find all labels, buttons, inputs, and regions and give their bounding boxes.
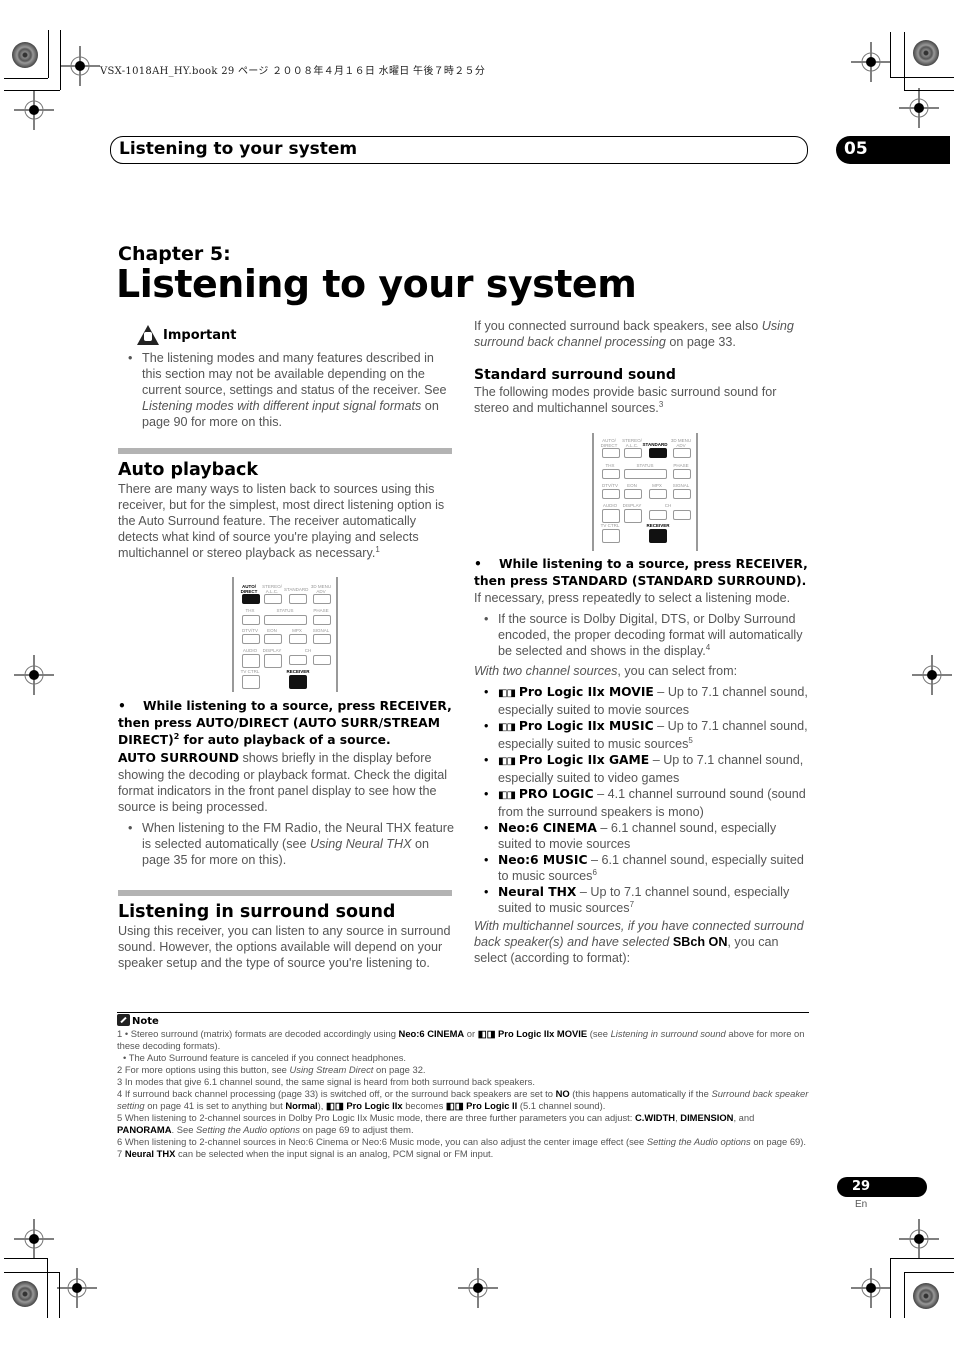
standard-step: • While listening to a source, press REC… — [474, 557, 808, 588]
crosshair-icon — [851, 42, 891, 82]
page-title: Listening to your system — [116, 262, 637, 306]
crosshair-icon — [57, 1268, 97, 1308]
footnote: 3 In modes that give 6.1 channel sound, … — [117, 1076, 535, 1087]
chapter-tab: 05 — [836, 136, 950, 164]
remote-diagram-auto: AUTO/ DIRECT STEREO/ A.L.C. STANDARD 3D … — [232, 577, 338, 692]
mode-name: Pro Logic IIx MUSIC — [518, 719, 654, 733]
dolby-logo-icon: ◧◨ — [498, 688, 516, 699]
two-channel-intro: With two channel sources, you can select… — [474, 664, 738, 678]
listening-mode-item: Neo:6 MUSIC – 6.1 channel sound, especia… — [474, 852, 810, 884]
registration-rosette-icon — [12, 1281, 38, 1307]
crosshair-icon — [14, 655, 54, 695]
registration-rosette-icon — [12, 42, 38, 68]
footnote: 6 When listening to 2-channel sources in… — [117, 1136, 806, 1147]
dolby-logo-icon: ◧◨ — [498, 756, 516, 767]
crosshair-icon — [60, 46, 100, 86]
mode-name: PRO LOGIC — [518, 787, 594, 801]
language-label: En — [855, 1199, 868, 1210]
mode-name: Neural THX — [498, 885, 577, 899]
chapter-tab-number: 05 — [844, 139, 868, 159]
page-number: 29 — [852, 1179, 871, 1194]
note-divider — [117, 1012, 809, 1013]
mode-name: Pro Logic IIx MOVIE — [518, 685, 654, 699]
running-head-title: Listening to your system — [119, 139, 358, 159]
auto-playback-heading: Auto playback — [118, 460, 259, 480]
crosshair-icon — [458, 1268, 498, 1308]
footnote: 2 For more options using this button, se… — [117, 1064, 426, 1075]
section-divider — [118, 448, 452, 454]
standard-steps: • While listening to a source, press REC… — [474, 556, 810, 966]
standard-heading: Standard surround sound — [474, 367, 676, 383]
remote-diagram-standard: AUTO/ DIRECT STEREO/ A.L.C. STANDARD 3D … — [592, 433, 698, 551]
pencil-icon — [117, 1014, 130, 1026]
crosshair-icon — [899, 88, 939, 128]
crosshair-icon — [912, 655, 952, 695]
listening-mode-item: Neural THX – Up to 7.1 channel sound, es… — [474, 884, 810, 916]
auto-playback-intro: There are many ways to listen back to so… — [118, 482, 445, 560]
mode-name: Neo:6 MUSIC — [498, 853, 588, 867]
listening-mode-item: Neo:6 CINEMA – 6.1 channel sound, especi… — [474, 820, 810, 852]
standard-bullet: If the source is Dolby Digital, DTS, or … — [474, 611, 810, 659]
dolby-logo-icon: ◧◨ — [498, 722, 516, 733]
listening-modes-list: ◧◨Pro Logic IIx MOVIE – Up to 7.1 channe… — [474, 684, 810, 916]
auto-direct-button — [242, 594, 260, 604]
registration-rosette-icon — [913, 40, 939, 66]
crosshair-icon — [851, 1268, 891, 1308]
running-head: Listening to your system — [110, 136, 808, 164]
crosshair-icon — [14, 90, 54, 130]
multichannel-intro: With multichannel sources, if you have c… — [474, 919, 804, 965]
standard-button — [649, 448, 667, 458]
listening-mode-item: ◧◨Pro Logic IIx GAME – Up to 7.1 channel… — [474, 752, 810, 786]
page-number-tab: 29 — [837, 1177, 927, 1197]
dolby-logo-icon: ◧◨ — [498, 790, 516, 801]
auto-playback-section: Auto playback There are many ways to lis… — [118, 448, 452, 561]
standard-intro: The following modes provide basic surrou… — [474, 385, 777, 415]
registration-rosette-icon — [913, 1283, 939, 1309]
important-text: The listening modes and many features de… — [118, 350, 454, 430]
auto-playback-step: • While listening to a source, press REC… — [118, 699, 452, 747]
important-label: Important — [163, 328, 237, 343]
receiver-button — [649, 529, 667, 543]
footnote: 7 Neural THX can be selected when the in… — [117, 1148, 494, 1159]
footnote: 4 If surround back channel processing (p… — [117, 1088, 809, 1111]
section-divider — [118, 890, 452, 896]
surround-heading: Listening in surround sound — [118, 902, 396, 922]
mode-name: Neo:6 CINEMA — [498, 821, 597, 835]
print-header: VSX-1018AH_HY.book 29 ページ ２００８年４月１６日 水曜日… — [100, 66, 486, 77]
listening-mode-item: ◧◨Pro Logic IIx MOVIE – Up to 7.1 channe… — [474, 684, 810, 718]
surround-text: Using this receiver, you can listen to a… — [118, 924, 451, 970]
footnote: 5 When listening to 2-channel sources in… — [117, 1112, 755, 1135]
footnote: • The Auto Surround feature is canceled … — [123, 1052, 406, 1063]
receiver-button — [289, 675, 307, 689]
listening-mode-item: ◧◨PRO LOGIC – 4.1 channel surround sound… — [474, 786, 810, 820]
surround-section: Listening in surround sound Using this r… — [118, 890, 452, 971]
standard-repeat: If necessary, press repeatedly to select… — [474, 591, 791, 605]
auto-playback-steps: • While listening to a source, press REC… — [118, 698, 454, 868]
footnote: 1 • Stereo surround (matrix) formats are… — [117, 1028, 805, 1051]
surround-back-ref: If you connected surround back speakers,… — [474, 319, 794, 349]
crosshair-icon — [14, 1219, 54, 1259]
footnotes: Note 1 • Stereo surround (matrix) format… — [117, 1014, 809, 1160]
right-column: If you connected surround back speakers,… — [474, 318, 810, 416]
note-heading: Note — [132, 1016, 159, 1027]
crosshair-icon — [899, 1219, 939, 1259]
mode-name: Pro Logic IIx GAME — [518, 753, 650, 767]
listening-mode-item: ◧◨Pro Logic IIx MUSIC – Up to 7.1 channe… — [474, 718, 810, 752]
